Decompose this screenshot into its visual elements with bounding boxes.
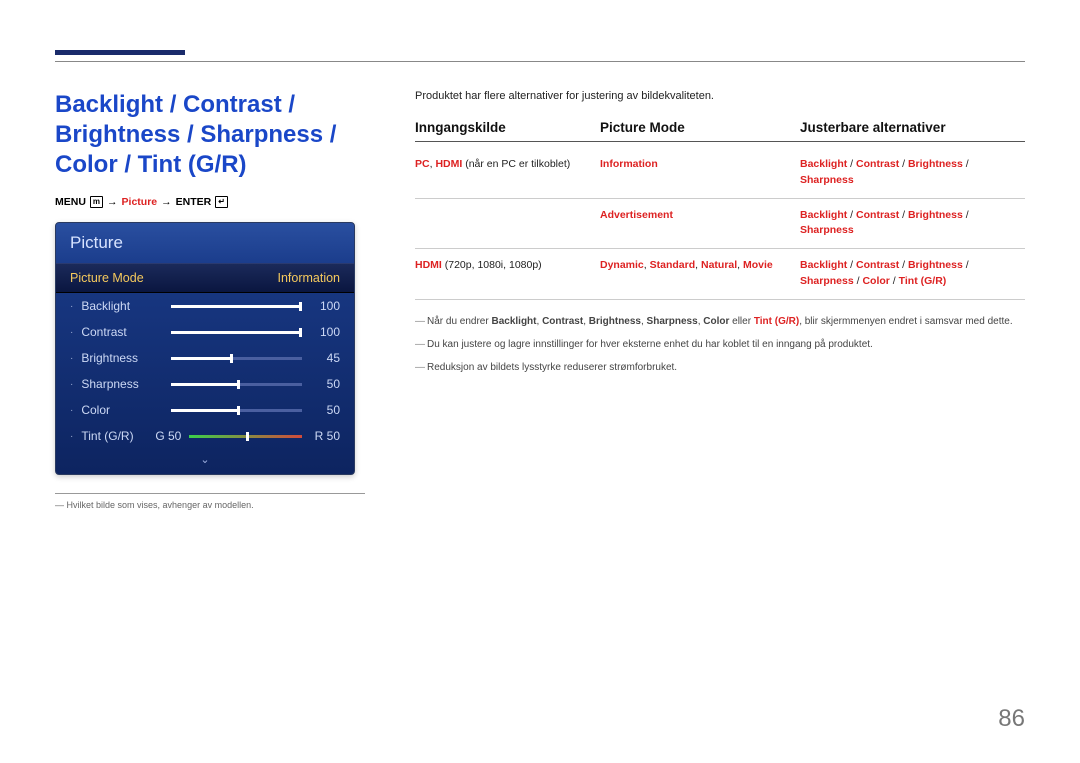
- osd-row-tint[interactable]: · Tint (G/R) G 50 R 50: [56, 423, 354, 449]
- page-title: Backlight / Contrast / Brightness / Shar…: [55, 90, 365, 180]
- osd-row-sharpness[interactable]: · Sharpness 50: [56, 371, 354, 397]
- intro-text: Produktet har flere alternativer for jus…: [415, 90, 1025, 102]
- cell-mode: Information: [600, 157, 800, 189]
- osd-header: Picture: [56, 223, 354, 263]
- osd-row-contrast[interactable]: · Contrast 100: [56, 319, 354, 345]
- cell-source: [415, 208, 600, 240]
- note-1: Når du endrer Backlight, Contrast, Brigh…: [415, 314, 1025, 329]
- osd-mode-label: Picture Mode: [70, 271, 144, 285]
- osd-item-label: Brightness: [81, 351, 171, 365]
- nav-picture: Picture: [122, 196, 158, 208]
- osd-slider[interactable]: [171, 305, 302, 308]
- note-2: Du kan justere og lagre innstillinger fo…: [415, 337, 1025, 352]
- divider: [55, 493, 365, 494]
- cell-options: Backlight / Contrast / Brightness / Shar…: [800, 208, 1025, 240]
- nav-enter-label: ENTER: [176, 196, 212, 208]
- osd-menu: Picture Picture Mode Information · Backl…: [55, 222, 355, 475]
- th-mode: Picture Mode: [600, 120, 800, 135]
- header-accent: [55, 50, 185, 55]
- osd-row-color[interactable]: · Color 50: [56, 397, 354, 423]
- osd-slider[interactable]: [171, 331, 302, 334]
- bullet-icon: ·: [70, 353, 73, 364]
- bullet-icon: ·: [70, 379, 73, 390]
- footnotes: Når du endrer Backlight, Contrast, Brigh…: [415, 314, 1025, 375]
- osd-slider[interactable]: [171, 383, 302, 386]
- bullet-icon: ·: [70, 301, 73, 312]
- page-number: 86: [998, 705, 1025, 733]
- osd-slider[interactable]: [171, 409, 302, 412]
- osd-tint-r: R 50: [312, 429, 340, 443]
- bullet-icon: ·: [70, 431, 73, 442]
- model-note: Hvilket bilde som vises, avhenger av mod…: [55, 500, 365, 510]
- osd-item-value: 100: [312, 299, 340, 313]
- th-source: Inngangskilde: [415, 120, 600, 135]
- table-row: Advertisement Backlight / Contrast / Bri…: [415, 199, 1025, 250]
- breadcrumb: MENU m → Picture → ENTER ↵: [55, 196, 365, 208]
- osd-picture-mode-row[interactable]: Picture Mode Information: [56, 263, 354, 293]
- cell-source: PC, HDMI (når en PC er tilkoblet): [415, 157, 600, 189]
- osd-tint-slider[interactable]: [189, 435, 302, 438]
- table-row: PC, HDMI (når en PC er tilkoblet) Inform…: [415, 148, 1025, 199]
- osd-item-value: 50: [312, 377, 340, 391]
- osd-item-value: 100: [312, 325, 340, 339]
- cell-mode: Dynamic, Standard, Natural, Movie: [600, 258, 800, 290]
- osd-slider[interactable]: [171, 357, 302, 360]
- cell-source: HDMI (720p, 1080i, 1080p): [415, 258, 600, 290]
- th-options: Justerbare alternativer: [800, 120, 1025, 135]
- enter-icon: ↵: [215, 196, 228, 208]
- menu-icon: m: [90, 196, 103, 208]
- note-3: Reduksjon av bildets lysstyrke reduserer…: [415, 360, 1025, 375]
- nav-arrow: →: [161, 196, 172, 208]
- osd-item-label: Tint (G/R): [81, 429, 155, 443]
- table-header-row: Inngangskilde Picture Mode Justerbare al…: [415, 120, 1025, 142]
- osd-item-value: 45: [312, 351, 340, 365]
- osd-item-label: Contrast: [81, 325, 171, 339]
- osd-tint-g: G 50: [155, 429, 189, 443]
- osd-row-brightness[interactable]: · Brightness 45: [56, 345, 354, 371]
- chevron-down-icon[interactable]: ⌄: [56, 449, 354, 474]
- nav-arrow: →: [107, 196, 118, 208]
- bullet-icon: ·: [70, 405, 73, 416]
- table-row: HDMI (720p, 1080i, 1080p) Dynamic, Stand…: [415, 249, 1025, 300]
- cell-mode: Advertisement: [600, 208, 800, 240]
- osd-item-label: Color: [81, 403, 171, 417]
- osd-row-backlight[interactable]: · Backlight 100: [56, 293, 354, 319]
- osd-item-label: Sharpness: [81, 377, 171, 391]
- cell-options: Backlight / Contrast / Brightness / Shar…: [800, 157, 1025, 189]
- bullet-icon: ·: [70, 327, 73, 338]
- cell-options: Backlight / Contrast / Brightness / Shar…: [800, 258, 1025, 290]
- nav-menu-label: MENU: [55, 196, 86, 208]
- osd-item-value: 50: [312, 403, 340, 417]
- header-rule: [55, 61, 1025, 62]
- osd-mode-value: Information: [277, 271, 340, 285]
- osd-item-label: Backlight: [81, 299, 171, 313]
